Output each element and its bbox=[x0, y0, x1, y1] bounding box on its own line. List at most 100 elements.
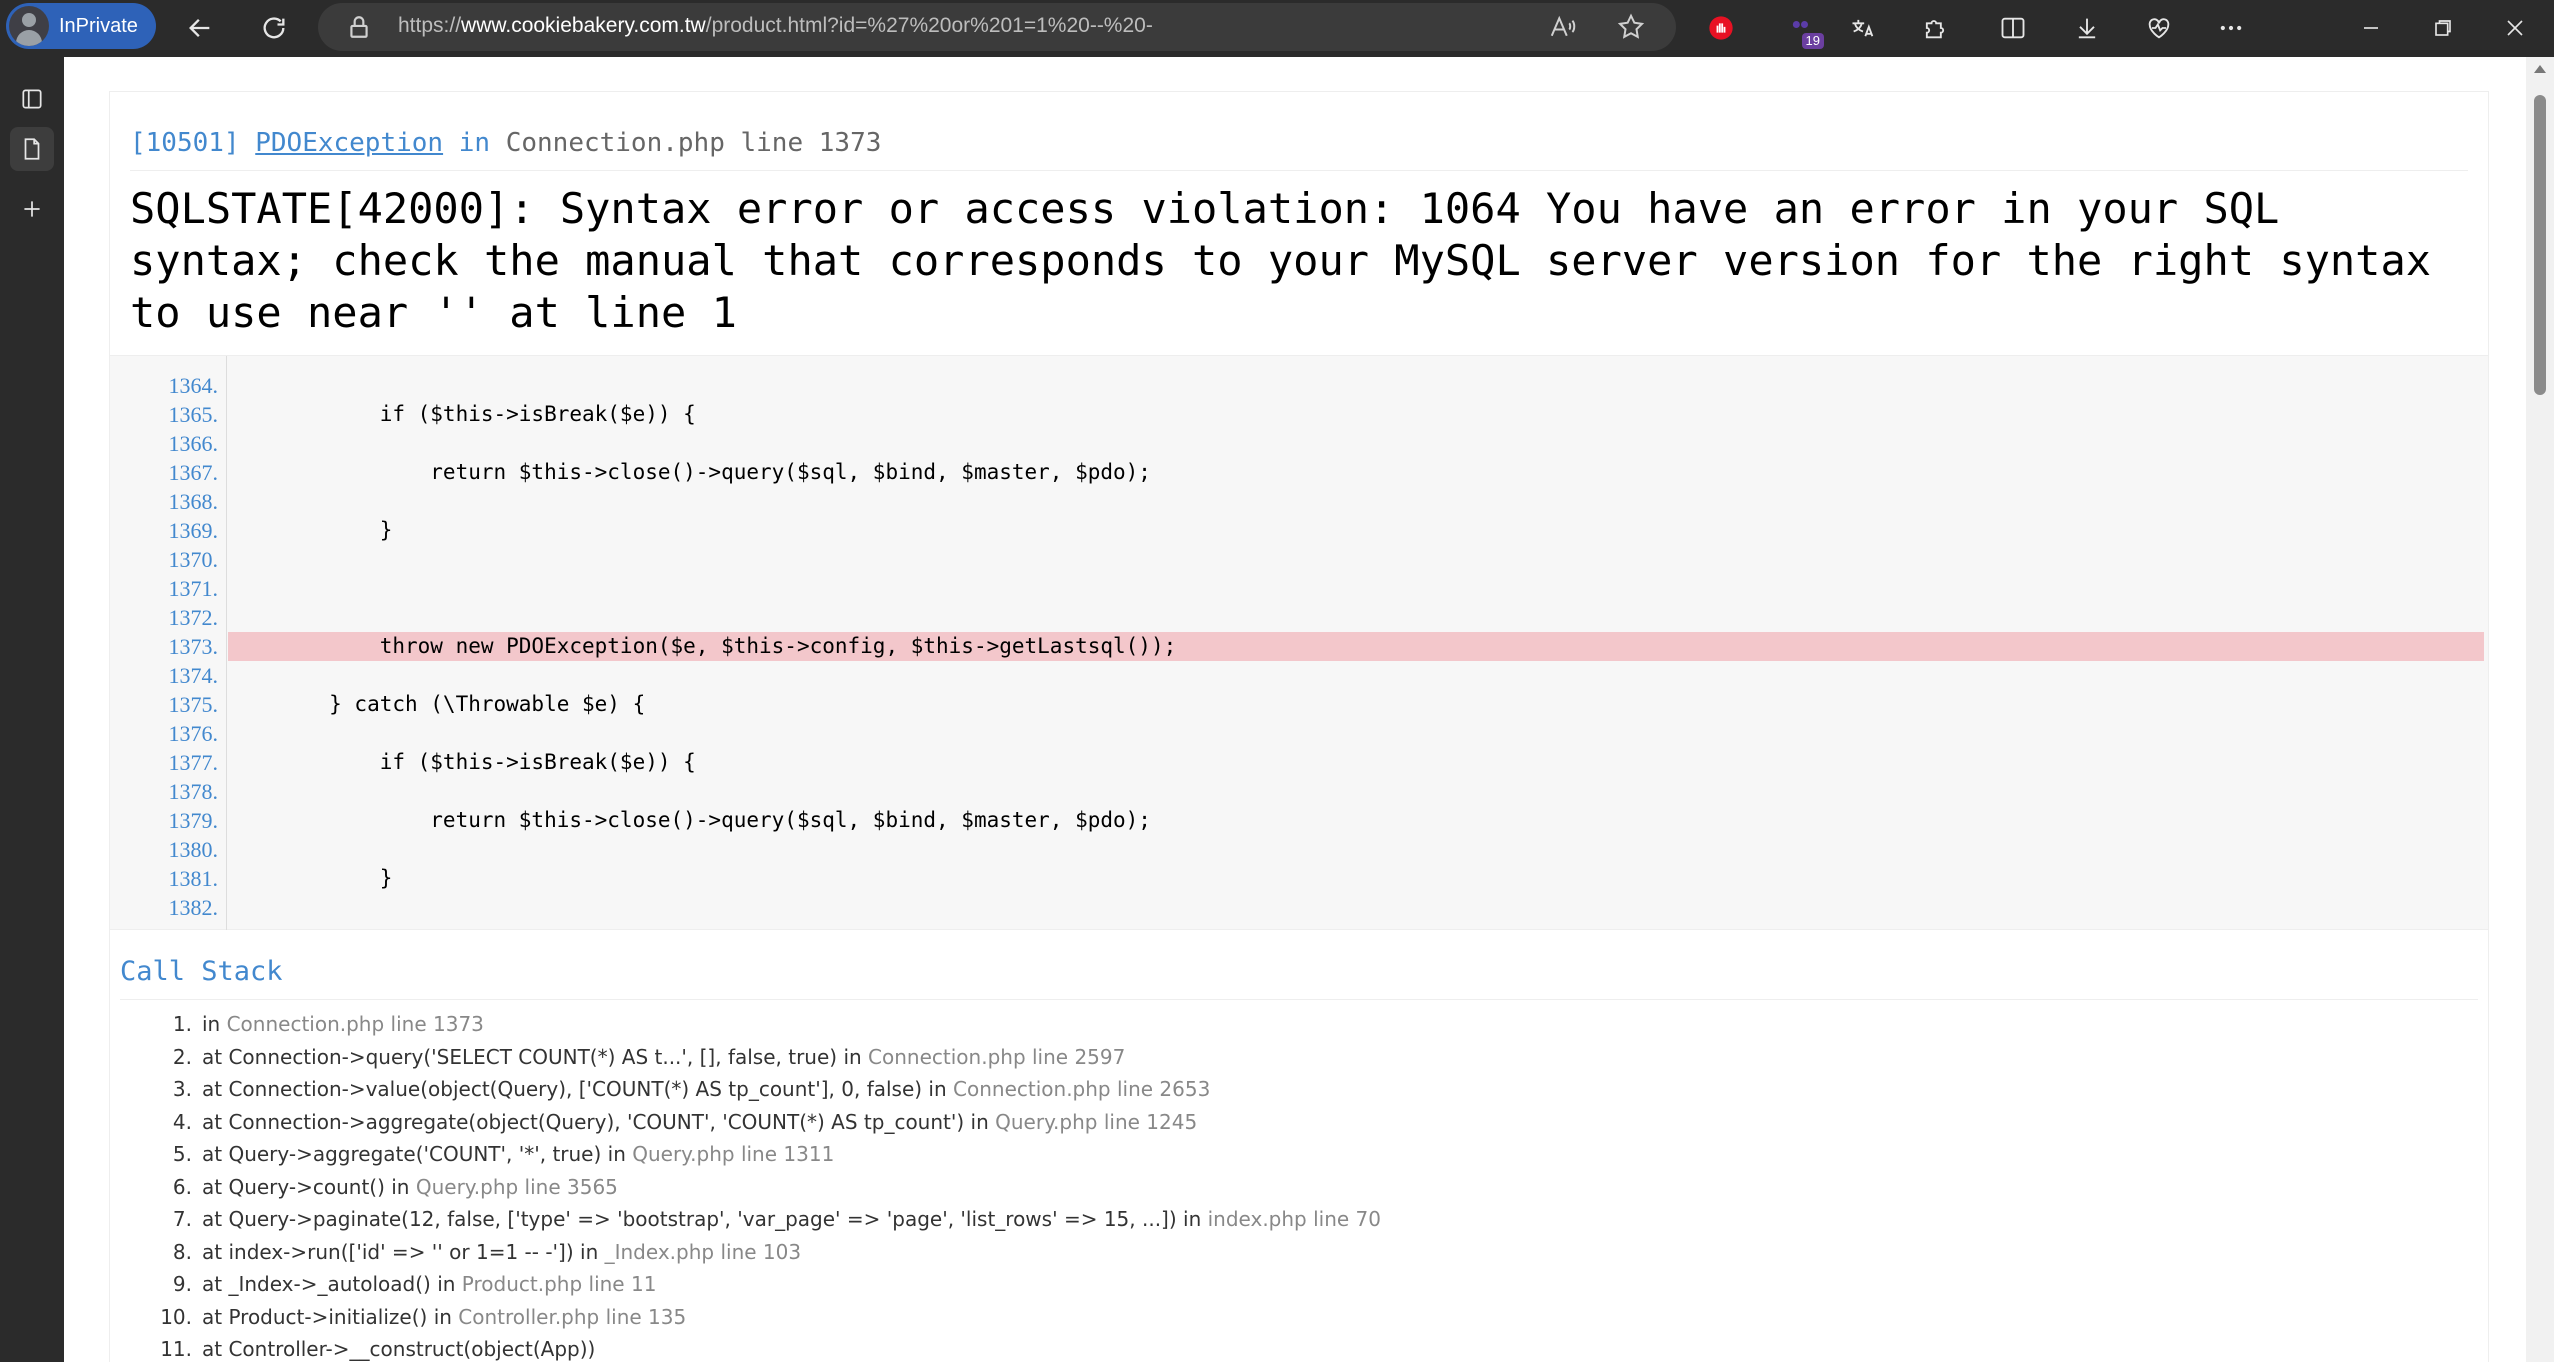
line-number: 1364. bbox=[168, 373, 219, 398]
call-stack-number: 5. bbox=[172, 1142, 192, 1166]
split-screen-icon bbox=[2001, 17, 2025, 39]
call-stack-item: 1. in Connection.php line 1373 bbox=[120, 1012, 2478, 1045]
tab-actions-icon bbox=[22, 89, 42, 109]
call-stack-file: Query.php line 1245 bbox=[995, 1109, 1198, 1134]
call-stack-text: at _Index->_autoload() in bbox=[202, 1272, 462, 1296]
call-stack-number: 11. bbox=[160, 1337, 192, 1361]
more-dots-icon bbox=[2220, 25, 2242, 31]
line-number: 1371. bbox=[168, 576, 219, 601]
call-stack-file: Query.php line 1311 bbox=[632, 1142, 835, 1166]
code-line: } bbox=[228, 866, 393, 890]
scrollbar-thumb[interactable] bbox=[2534, 95, 2546, 395]
call-stack-file: Query.php line 3565 bbox=[415, 1174, 618, 1199]
page-scrollbar[interactable] bbox=[2526, 57, 2554, 1362]
line-number: 1365. bbox=[168, 402, 219, 427]
call-stack-item: 4. at Connection->aggregate(object(Query)… bbox=[120, 1110, 2478, 1143]
extension-counter-button[interactable]: 19 bbox=[1782, 9, 1824, 49]
restore-icon bbox=[2435, 20, 2451, 36]
call-stack-text: at Connection->query('SELECT COUNT(*) AS… bbox=[202, 1044, 869, 1069]
address-bar[interactable]: https://www.cookiebakery.com.tw/product.… bbox=[318, 3, 1676, 51]
refresh-button[interactable] bbox=[254, 8, 294, 48]
line-number-gutter bbox=[226, 356, 227, 930]
inprivate-label: InPrivate bbox=[59, 14, 138, 37]
call-stack-file: _Index.php line 103 bbox=[604, 1239, 802, 1264]
call-stack-item: 11. at Controller->__construct(object(App… bbox=[120, 1337, 2478, 1362]
plus-icon bbox=[24, 201, 40, 217]
line-number: 1374. bbox=[168, 663, 219, 688]
call-stack-number: 8. bbox=[172, 1239, 192, 1264]
vertical-tabs-sidebar bbox=[0, 57, 64, 1362]
exception-location: Connection.php line 1373 bbox=[505, 128, 882, 158]
browser-essentials-button[interactable] bbox=[2140, 9, 2178, 47]
current-tab-button[interactable] bbox=[10, 127, 54, 171]
back-button[interactable] bbox=[180, 8, 220, 48]
exception-class-link[interactable]: PDOException bbox=[255, 128, 443, 158]
profile-avatar bbox=[9, 6, 49, 46]
call-stack-text: at Controller->__construct(object(App)) bbox=[202, 1337, 596, 1361]
extension-adblock-button[interactable] bbox=[1702, 9, 1740, 47]
call-stack-text: at Connection->aggregate(object(Query), … bbox=[202, 1109, 996, 1134]
source-code-block: 1364. 1365. if ($this->isBreak($e)) {1366… bbox=[110, 356, 2488, 930]
call-stack-text: at Product->initialize() in bbox=[202, 1304, 459, 1329]
line-number: 1380. bbox=[168, 837, 219, 862]
call-stack-item: 8. at index->run(['id' => '' or 1=1 -- -'… bbox=[120, 1240, 2478, 1273]
code-line: if ($this->isBreak($e)) { bbox=[228, 750, 696, 774]
call-stack-file: index.php line 70 bbox=[1207, 1207, 1382, 1231]
minimize-icon bbox=[2364, 27, 2378, 29]
page-icon bbox=[24, 138, 40, 160]
extension-translate-button[interactable] bbox=[1844, 9, 1882, 47]
call-stack-text: at Connection->value(object(Query), ['CO… bbox=[202, 1077, 954, 1101]
call-stack-number: 6. bbox=[172, 1174, 192, 1199]
call-stack-item: 3. at Connection->value(object(Query), ['… bbox=[120, 1077, 2478, 1110]
url-path: /product.html?id=%27%20or%201=1%20--%20- bbox=[705, 14, 1153, 37]
browser-toolbar: InPrivate https://www.cookiebakery.com.t… bbox=[0, 0, 2554, 57]
lock-icon[interactable] bbox=[346, 14, 372, 40]
new-tab-button[interactable] bbox=[10, 187, 54, 231]
favorite-star-icon[interactable] bbox=[1616, 12, 1646, 42]
tab-actions-button[interactable] bbox=[10, 77, 54, 121]
call-stack-file: Connection.php line 2597 bbox=[868, 1044, 1126, 1069]
url-text[interactable]: https://www.cookiebakery.com.tw/product.… bbox=[398, 14, 1153, 38]
code-line: } catch (\Throwable $e) { bbox=[228, 692, 646, 716]
downloads-button[interactable] bbox=[2068, 9, 2106, 47]
hand-stop-icon bbox=[1709, 16, 1733, 40]
extensions-button[interactable] bbox=[1916, 9, 1954, 47]
split-screen-button[interactable] bbox=[1994, 9, 2032, 47]
inprivate-button[interactable]: InPrivate bbox=[6, 3, 156, 49]
download-icon bbox=[2078, 18, 2096, 39]
minimize-button[interactable] bbox=[2352, 9, 2390, 47]
line-number: 1376. bbox=[168, 721, 219, 746]
restore-button[interactable] bbox=[2424, 9, 2462, 47]
scroll-up-arrow-icon[interactable] bbox=[2534, 65, 2546, 73]
line-number: 1367. bbox=[168, 460, 219, 485]
close-window-button[interactable] bbox=[2496, 9, 2534, 47]
line-number: 1369. bbox=[168, 518, 219, 543]
call-stack-file: Product.php line 11 bbox=[461, 1272, 657, 1296]
highlighted-code-line: throw new PDOException($e, $this->config… bbox=[228, 632, 2484, 661]
call-stack-text: in bbox=[202, 1012, 227, 1036]
call-stack-number: 3. bbox=[172, 1077, 192, 1101]
line-number: 1375. bbox=[168, 692, 219, 717]
call-stack-file: Connection.php line 2653 bbox=[953, 1077, 1211, 1101]
line-number: 1382. bbox=[168, 895, 219, 920]
call-stack-number: 10. bbox=[160, 1304, 192, 1329]
exception-message: SQLSTATE[42000]: Syntax error or access … bbox=[130, 184, 2432, 337]
call-stack-section: Call Stack 1. in Connection.php line 1373… bbox=[110, 930, 2488, 1362]
line-number: 1370. bbox=[168, 547, 219, 572]
call-stack-item: 7. at Query->paginate(12, false, ['type' … bbox=[120, 1207, 2478, 1240]
code-line: if ($this->isBreak($e)) { bbox=[228, 402, 696, 426]
refresh-icon bbox=[263, 17, 285, 39]
line-number: 1381. bbox=[168, 866, 219, 891]
call-stack-text: at index->run(['id' => '' or 1=1 -- -'])… bbox=[202, 1239, 605, 1264]
read-aloud-icon[interactable] bbox=[1548, 12, 1578, 42]
settings-more-button[interactable] bbox=[2212, 9, 2250, 47]
